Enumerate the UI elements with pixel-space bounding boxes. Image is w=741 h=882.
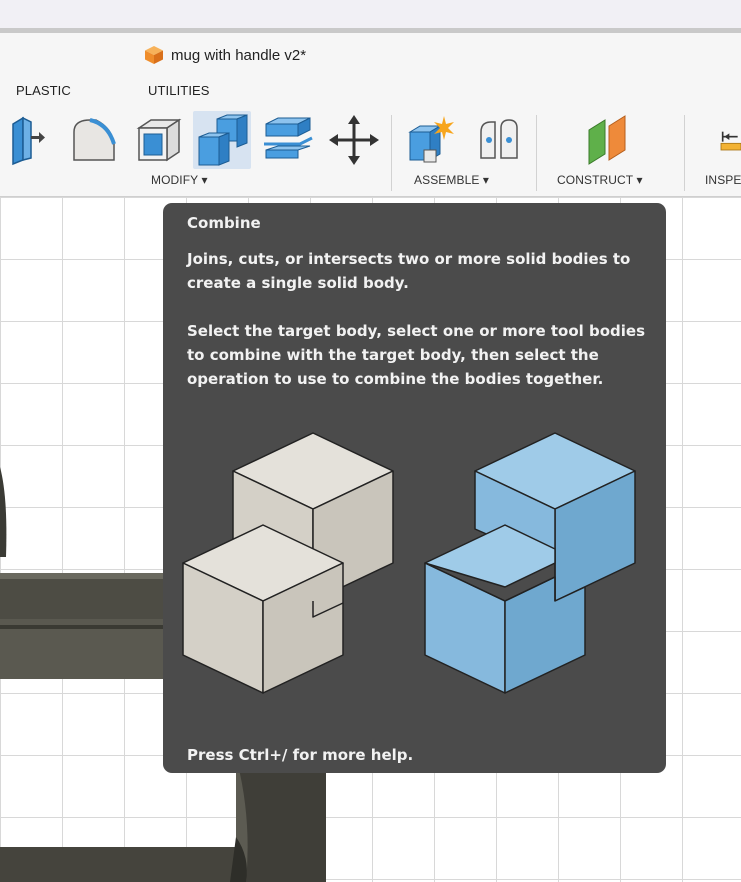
group-separator [684, 115, 685, 191]
tooltip-title: Combine [187, 214, 261, 232]
new-component-button[interactable] [402, 111, 460, 169]
tab-utilities[interactable]: UTILITIES [148, 83, 210, 98]
toolbar: mug with handle v2* PLASTIC UTILITIES MO… [0, 33, 741, 197]
document-tab[interactable]: mug with handle v2* [143, 44, 306, 66]
combine-icon [198, 114, 248, 166]
combine-button[interactable] [193, 111, 251, 169]
shell-icon [136, 118, 182, 162]
split-face-icon [264, 117, 313, 159]
combined-body-illustration [424, 432, 636, 694]
tooltip-description: Joins, cuts, or intersects two or more s… [187, 250, 631, 292]
group-separator [391, 115, 392, 191]
inspect-menu[interactable]: INSPE [705, 173, 741, 187]
shell-button[interactable] [132, 111, 184, 169]
modify-menu[interactable]: MODIFY ▾ [151, 173, 208, 187]
assemble-menu[interactable]: ASSEMBLE ▾ [414, 173, 489, 187]
move-icon [329, 115, 379, 165]
split-face-button[interactable] [260, 111, 316, 169]
separate-bodies-illustration [182, 432, 394, 694]
joint-button[interactable] [468, 111, 526, 169]
offset-plane-icon [588, 115, 626, 165]
combine-tooltip: Combine Joins, cuts, or intersects two o… [163, 203, 666, 773]
press-pull-icon [12, 116, 45, 166]
move-button[interactable] [326, 111, 382, 169]
joint-icon [480, 119, 518, 159]
fillet-icon [73, 118, 116, 161]
tab-plastic[interactable]: PLASTIC [16, 83, 71, 98]
offset-plane-button[interactable] [578, 111, 636, 169]
measure-icon [720, 131, 741, 151]
press-pull-button[interactable] [4, 111, 50, 169]
fillet-button[interactable] [66, 111, 122, 169]
measure-button[interactable] [716, 111, 741, 169]
group-separator [536, 115, 537, 191]
document-cube-icon [145, 46, 163, 64]
tooltip-help-hint: Press Ctrl+/ for more help. [187, 746, 414, 764]
combine-illustration [182, 432, 636, 694]
tooltip-instructions: Select the target body, select one or mo… [187, 322, 646, 388]
construct-menu[interactable]: CONSTRUCT ▾ [557, 173, 643, 187]
window-top-strip [0, 0, 741, 28]
new-component-icon [408, 116, 454, 163]
document-title: mug with handle v2* [171, 46, 307, 64]
